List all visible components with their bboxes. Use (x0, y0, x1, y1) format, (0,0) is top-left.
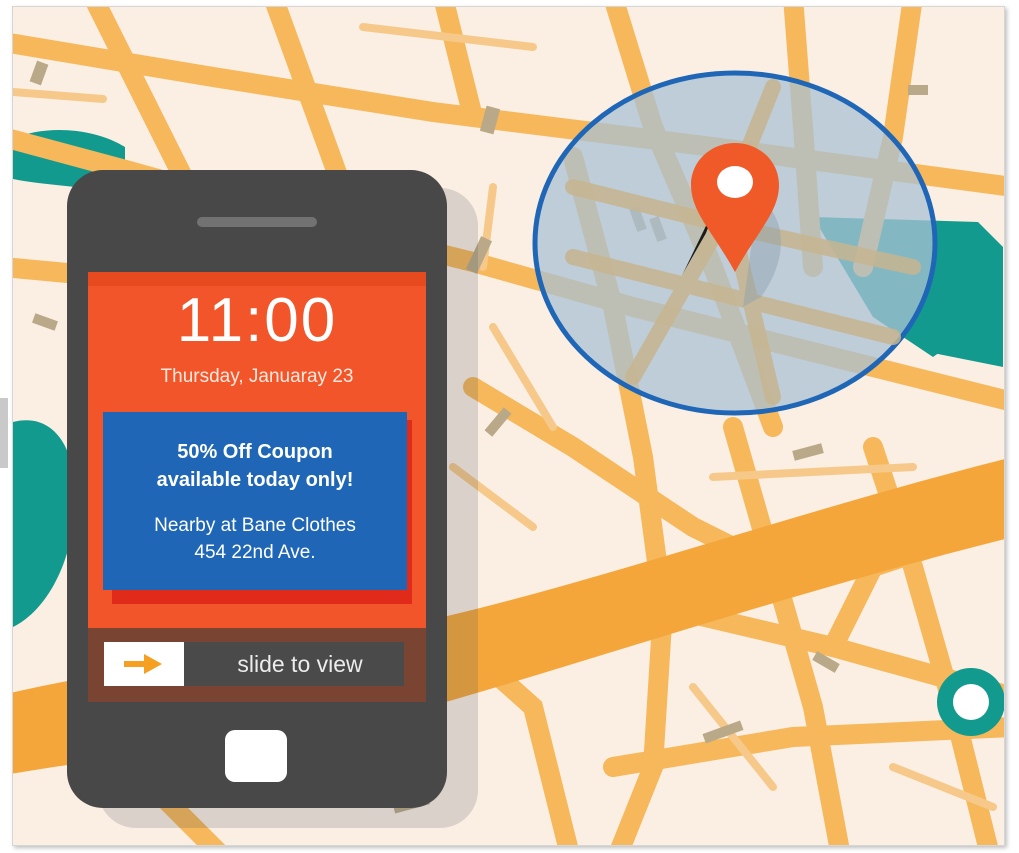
coupon-location: Nearby at Bane Clothes 454 22nd Ave. (103, 512, 407, 566)
coupon-notification[interactable]: 50% Off Coupon available today only! Nea… (103, 412, 407, 590)
status-bar (88, 272, 426, 286)
coupon-headline: 50% Off Coupon available today only! (103, 438, 407, 494)
phone-speaker (197, 217, 317, 227)
phone-screen: 11:00 Thursday, Januaray 23 50% Off Coup… (88, 272, 426, 702)
smartphone: 11:00 Thursday, Januaray 23 50% Off Coup… (67, 170, 447, 808)
coupon-headline-line: 50% Off Coupon (177, 441, 333, 463)
coupon-store-name: Nearby at Bane Clothes (154, 515, 356, 536)
coupon-headline-line: available today only! (156, 469, 354, 491)
slide-to-unlock-bar: slide to view (88, 628, 426, 702)
slide-label: slide to view (237, 651, 363, 677)
arrow-right-icon (124, 654, 162, 674)
illustration: 11:00 Thursday, Januaray 23 50% Off Coup… (0, 0, 1019, 853)
side-tab (0, 398, 8, 468)
lockscreen-date: Thursday, Januaray 23 (160, 366, 354, 387)
coupon-store-address: 454 22nd Ave. (194, 542, 316, 563)
home-button-icon[interactable] (225, 730, 287, 782)
slide-handle[interactable] (104, 642, 184, 686)
lockscreen-time: 11:00 (176, 286, 338, 355)
map-dot-icon (937, 668, 1004, 736)
slide-track[interactable]: slide to view (104, 642, 404, 686)
